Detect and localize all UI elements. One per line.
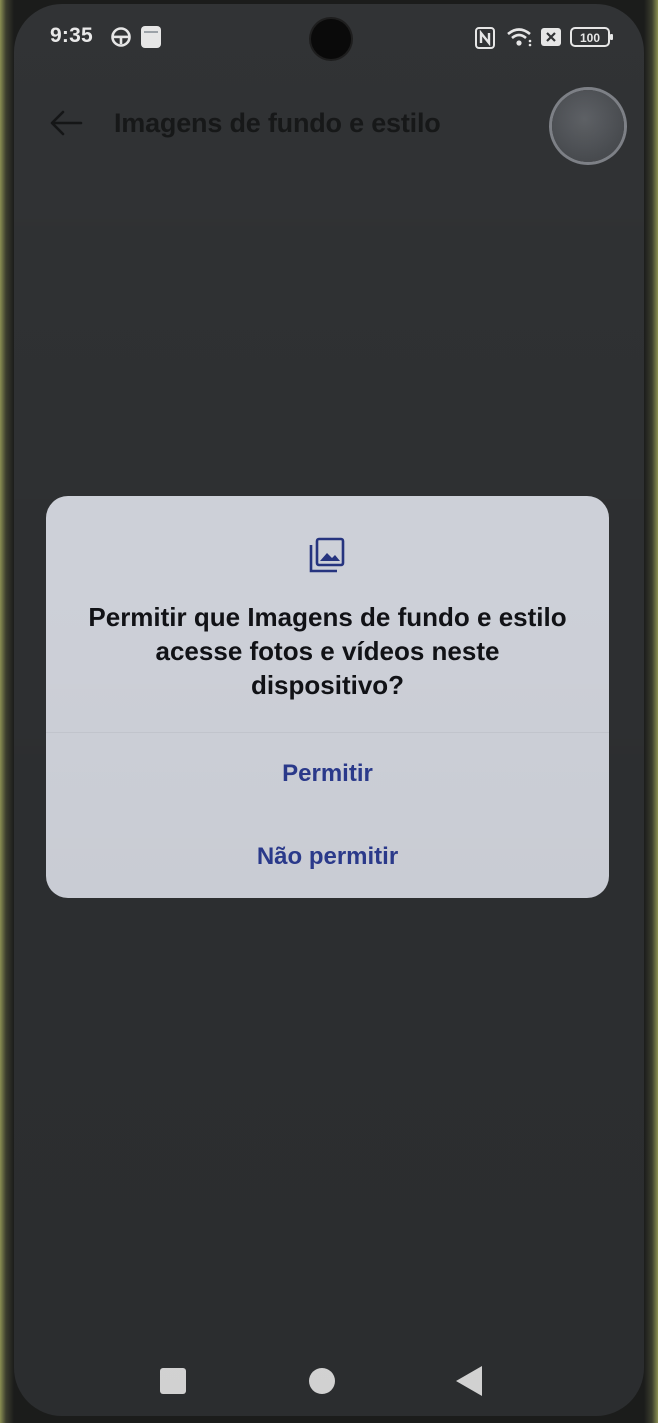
steering-wheel-icon [110, 26, 132, 53]
back-triangle-icon[interactable] [456, 1366, 482, 1396]
recents-square-icon[interactable] [160, 1368, 186, 1394]
status-bar: 9:35 100 [14, 4, 644, 74]
phone-frame: 9:35 100 Imagens de fundo e estilo Permi… [0, 0, 658, 1423]
battery-icon: 100 [570, 26, 614, 53]
navigation-bar [14, 1350, 644, 1410]
front-camera [311, 19, 351, 59]
wifi-icon [506, 26, 534, 53]
avatar[interactable] [552, 90, 624, 162]
battery-level: 100 [580, 31, 600, 45]
page-title: Imagens de fundo e estilo [114, 108, 441, 138]
sim-off-icon [540, 27, 562, 52]
home-circle-icon[interactable] [309, 1368, 335, 1394]
screen: 9:35 100 Imagens de fundo e estilo Permi… [14, 4, 644, 1416]
nfc-icon [475, 27, 495, 54]
photo-library-icon [308, 536, 346, 574]
dialog-divider [46, 732, 609, 733]
allow-button[interactable]: Permitir [46, 744, 609, 804]
app-bar: Imagens de fundo e estilo [14, 84, 644, 164]
deny-button[interactable]: Não permitir [46, 827, 609, 887]
notification-app-icon [140, 25, 162, 54]
permission-dialog: Permitir que Imagens de fundo e estilo a… [46, 496, 609, 898]
back-arrow-icon[interactable] [48, 106, 84, 140]
dialog-title: Permitir que Imagens de fundo e estilo a… [88, 602, 567, 700]
status-time: 9:35 [50, 24, 93, 47]
